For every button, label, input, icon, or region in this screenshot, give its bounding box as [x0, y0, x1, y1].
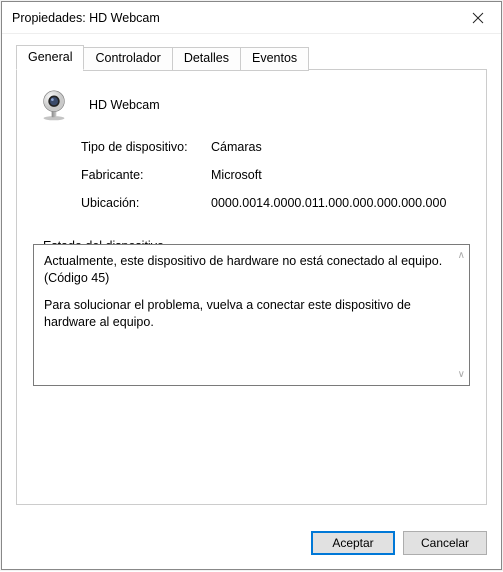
tab-general[interactable]: General — [16, 45, 84, 70]
device-status-text: Actualmente, este dispositivo de hardwar… — [44, 253, 459, 331]
tabstrip: General Controlador Detalles Eventos — [16, 44, 487, 69]
label-manufacturer: Fabricante: — [81, 168, 211, 182]
window-title: Propiedades: HD Webcam — [12, 11, 160, 25]
close-button[interactable] — [455, 3, 501, 33]
device-status-group: Estado del dispositivo ∧ Actualmente, es… — [33, 230, 470, 386]
dialog-window: Propiedades: HD Webcam General Controlad… — [1, 1, 502, 570]
tab-events[interactable]: Eventos — [240, 47, 309, 71]
tab-details[interactable]: Detalles — [172, 47, 241, 71]
value-location: 0000.0014.0000.011.000.000.000.000.000 — [211, 196, 470, 210]
row-manufacturer: Fabricante: Microsoft — [81, 168, 470, 182]
label-location: Ubicación: — [81, 196, 211, 210]
status-line-1: Actualmente, este dispositivo de hardwar… — [44, 253, 459, 287]
value-manufacturer: Microsoft — [211, 168, 470, 182]
value-device-type: Cámaras — [211, 140, 470, 154]
status-line-2: Para solucionar el problema, vuelva a co… — [44, 297, 459, 331]
titlebar: Propiedades: HD Webcam — [2, 2, 501, 34]
device-header: HD Webcam — [37, 88, 470, 122]
button-bar: Aceptar Cancelar — [2, 519, 501, 569]
row-device-type: Tipo de dispositivo: Cámaras — [81, 140, 470, 154]
ok-button[interactable]: Aceptar — [311, 531, 395, 555]
client-area: General Controlador Detalles Eventos — [2, 34, 501, 519]
webcam-icon — [37, 88, 71, 122]
tab-controller[interactable]: Controlador — [83, 47, 172, 71]
close-icon — [472, 12, 484, 24]
tab-panel-general: HD Webcam Tipo de dispositivo: Cámaras F… — [16, 69, 487, 505]
label-device-type: Tipo de dispositivo: — [81, 140, 211, 154]
device-status-textbox[interactable]: ∧ Actualmente, este dispositivo de hardw… — [33, 244, 470, 386]
row-location: Ubicación: 0000.0014.0000.011.000.000.00… — [81, 196, 470, 210]
device-name: HD Webcam — [89, 98, 160, 112]
cancel-button[interactable]: Cancelar — [403, 531, 487, 555]
properties-table: Tipo de dispositivo: Cámaras Fabricante:… — [81, 140, 470, 210]
scroll-down-icon: ∨ — [458, 368, 465, 382]
